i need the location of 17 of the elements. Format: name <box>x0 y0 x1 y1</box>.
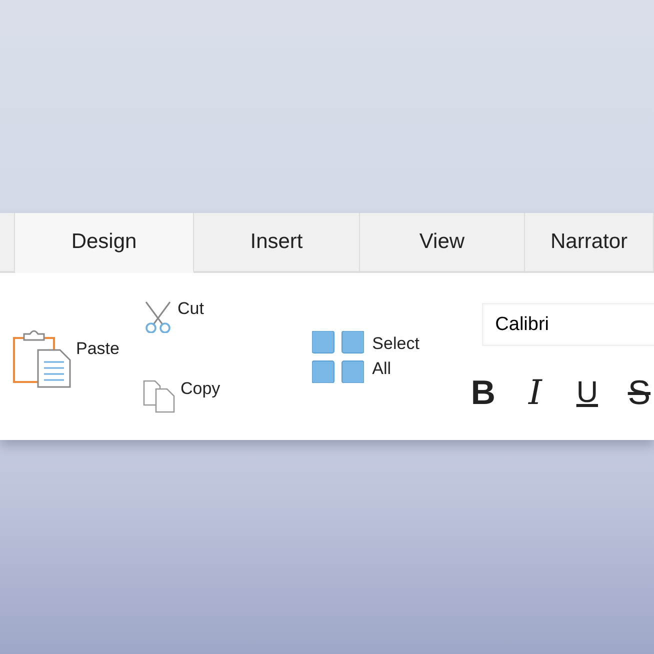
tab[interactable]: View <box>360 213 525 273</box>
strikethrough-button[interactable]: S <box>624 376 654 410</box>
underline-button[interactable]: U <box>572 376 602 410</box>
italic-button[interactable]: I <box>520 376 550 410</box>
select-all-button[interactable]: Select All <box>312 330 432 382</box>
scissors-icon <box>143 300 174 333</box>
bold-button[interactable]: B <box>468 376 498 410</box>
tab[interactable]: Design <box>15 213 194 273</box>
copy-button[interactable]: Copy <box>143 376 220 417</box>
font-field[interactable]: Calibri <box>482 303 654 346</box>
partial-tab[interactable] <box>0 213 15 273</box>
paste-button[interactable]: Paste <box>12 326 120 388</box>
copy-icon <box>143 380 176 413</box>
cut-button[interactable]: Cut <box>143 296 220 338</box>
tab[interactable]: Narrator <box>525 213 654 273</box>
grid-icon <box>312 330 364 382</box>
tab[interactable]: Insert <box>194 213 360 273</box>
